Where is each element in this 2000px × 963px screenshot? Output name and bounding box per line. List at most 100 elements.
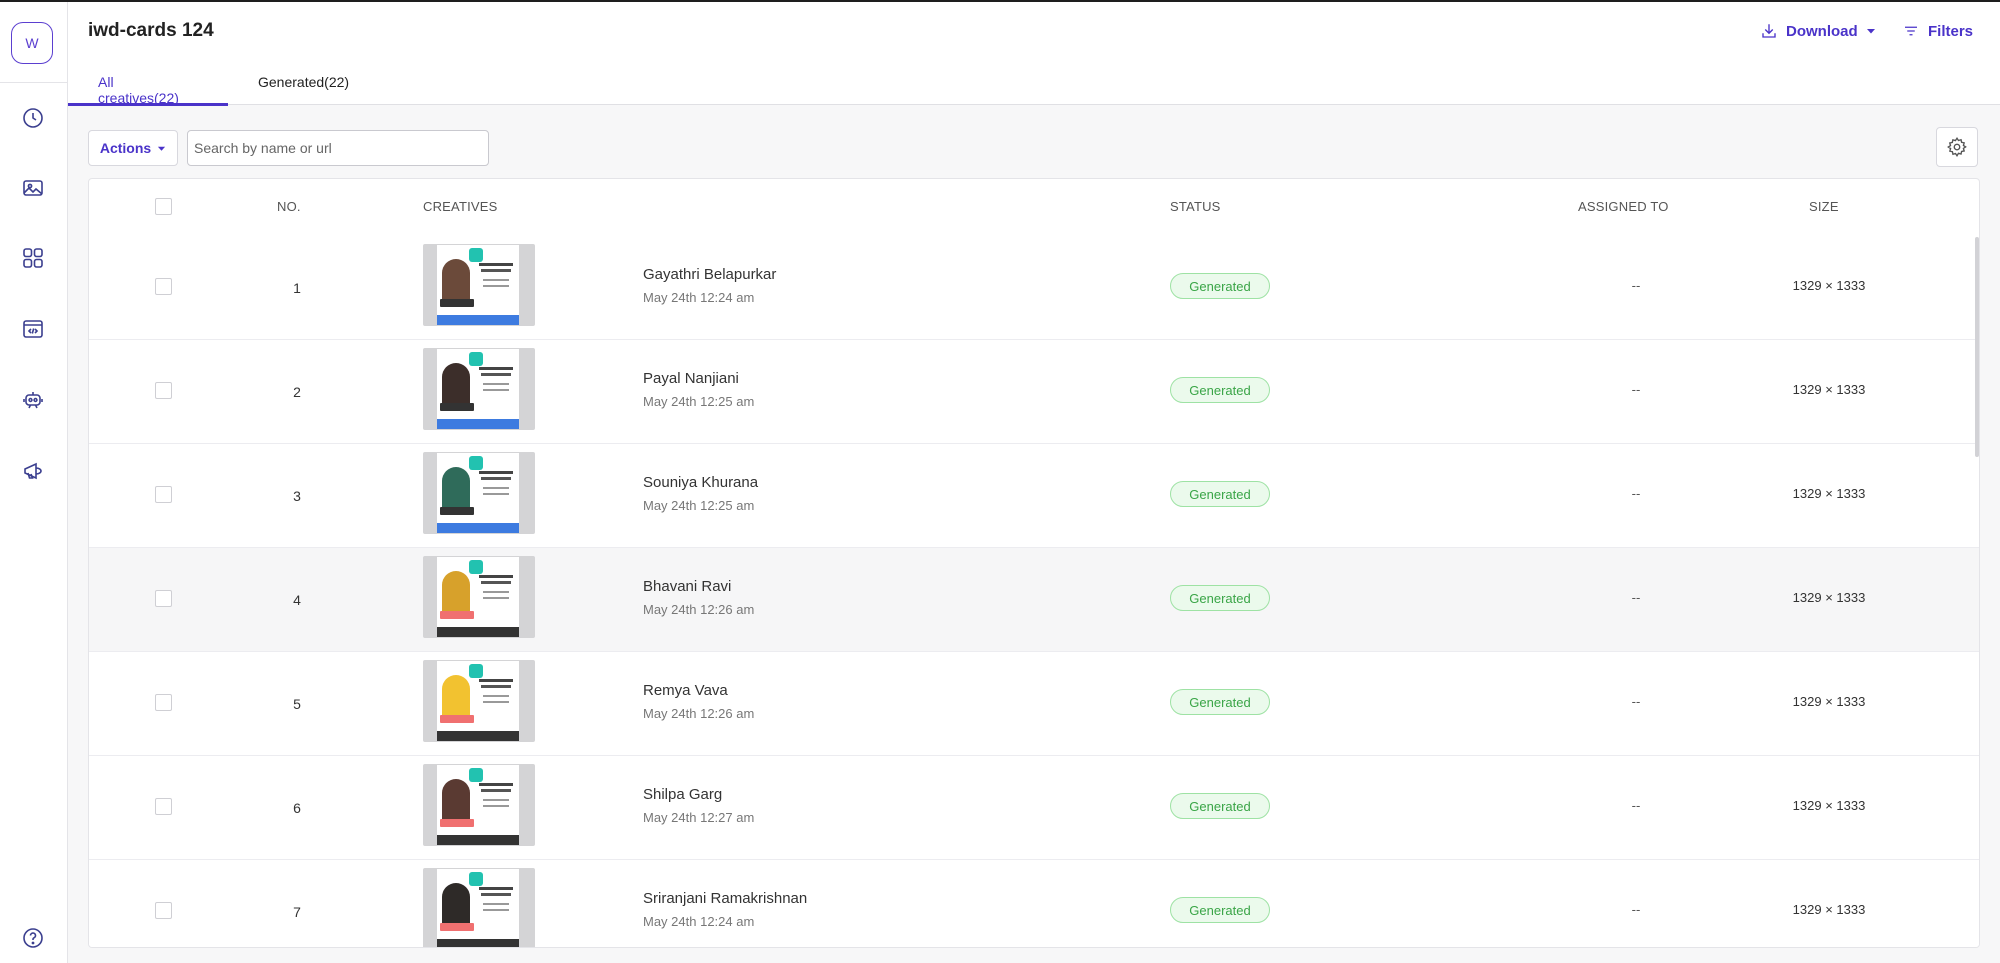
row-checkbox[interactable]: [155, 902, 172, 919]
row-checkbox[interactable]: [155, 382, 172, 399]
row-number: 6: [293, 800, 301, 816]
row-checkbox[interactable]: [155, 798, 172, 815]
table-settings-button[interactable]: [1936, 127, 1978, 167]
assigned-to: --: [1631, 382, 1641, 397]
tab-label: Generated(22): [258, 74, 350, 90]
status-badge: Generated: [1170, 377, 1270, 403]
creative-thumbnail[interactable]: [423, 868, 535, 947]
column-header-assigned-to: ASSIGNED TO: [1578, 199, 1669, 214]
row-number: 4: [293, 592, 301, 608]
caret-down-icon: [158, 146, 166, 151]
row-number: 5: [293, 696, 301, 712]
creative-name[interactable]: Shilpa Garg: [643, 786, 722, 803]
actions-button[interactable]: Actions: [88, 130, 178, 166]
search-input[interactable]: [187, 130, 489, 166]
creative-card-image: [437, 349, 519, 429]
column-header-no: NO.: [277, 199, 301, 214]
assigned-to: --: [1631, 902, 1641, 917]
column-header-size: SIZE: [1809, 199, 1839, 214]
sidebar-divider: [0, 82, 68, 83]
workspace-avatar[interactable]: W: [11, 22, 53, 64]
row-number: 2: [293, 384, 301, 400]
image-icon[interactable]: [20, 175, 46, 201]
creative-date: May 24th 12:24 am: [643, 914, 755, 929]
creative-date: May 24th 12:27 am: [643, 810, 755, 825]
download-button[interactable]: Download: [1760, 22, 1876, 40]
status-badge: Generated: [1170, 585, 1270, 611]
row-checkbox[interactable]: [155, 486, 172, 503]
table-header: NO. CREATIVES STATUS ASSIGNED TO SIZE: [89, 179, 1979, 235]
creative-name[interactable]: Bhavani Ravi: [643, 578, 731, 595]
creative-name[interactable]: Souniya Khurana: [643, 474, 758, 491]
select-all-checkbox[interactable]: [155, 198, 172, 215]
creative-thumbnail[interactable]: [423, 660, 535, 742]
row-checkbox[interactable]: [155, 694, 172, 711]
creative-card-image: [437, 765, 519, 845]
tab-bar: All creatives(22) Generated(22): [68, 58, 379, 106]
status-badge: Generated: [1170, 273, 1270, 299]
creative-size: 1329 × 1333: [1792, 486, 1866, 501]
creative-size: 1329 × 1333: [1792, 694, 1866, 709]
creative-size: 1329 × 1333: [1792, 590, 1866, 605]
creative-name[interactable]: Payal Nanjiani: [643, 370, 739, 387]
creative-date: May 24th 12:25 am: [643, 394, 755, 409]
table-row[interactable]: 1 Gayathri Belapurkar May 24th 12:24 am …: [89, 236, 1979, 340]
creative-thumbnail[interactable]: [423, 764, 535, 846]
assigned-to: --: [1631, 590, 1641, 605]
gear-icon: [1947, 137, 1967, 157]
table-scrollbar[interactable]: [1975, 237, 1979, 457]
row-number: 3: [293, 488, 301, 504]
table-row[interactable]: 2 Payal Nanjiani May 24th 12:25 am Gener…: [89, 340, 1979, 444]
creative-card-image: [437, 869, 519, 947]
tab-generated[interactable]: Generated(22): [228, 58, 379, 105]
creative-size: 1329 × 1333: [1792, 278, 1866, 293]
creative-thumbnail[interactable]: [423, 348, 535, 430]
creative-name[interactable]: Sriranjani Ramakrishnan: [643, 890, 807, 907]
status-badge: Generated: [1170, 793, 1270, 819]
table-row[interactable]: 7 Sriranjani Ramakrishnan May 24th 12:24…: [89, 860, 1979, 947]
creative-name[interactable]: Gayathri Belapurkar: [643, 266, 776, 283]
clock-icon[interactable]: [20, 105, 46, 131]
creative-date: May 24th 12:26 am: [643, 602, 755, 617]
assigned-to: --: [1631, 278, 1641, 293]
page-title: iwd-cards 124: [88, 20, 214, 41]
assigned-to: --: [1631, 694, 1641, 709]
creative-name[interactable]: Remya Vava: [643, 682, 728, 699]
download-icon: [1762, 24, 1776, 38]
row-checkbox[interactable]: [155, 278, 172, 295]
robot-icon[interactable]: [20, 387, 46, 413]
status-badge: Generated: [1170, 689, 1270, 715]
creative-size: 1329 × 1333: [1792, 382, 1866, 397]
creative-date: May 24th 12:26 am: [643, 706, 755, 721]
column-header-creatives: CREATIVES: [423, 199, 498, 214]
table-row[interactable]: 3 Souniya Khurana May 24th 12:25 am Gene…: [89, 444, 1979, 548]
creative-card-image: [437, 557, 519, 637]
creative-thumbnail[interactable]: [423, 452, 535, 534]
announcement-icon[interactable]: [20, 458, 46, 484]
assigned-to: --: [1631, 798, 1641, 813]
creative-date: May 24th 12:25 am: [643, 498, 755, 513]
grid-icon[interactable]: [20, 245, 46, 271]
page-header: iwd-cards 124 Download Filters All creat…: [68, 2, 2000, 106]
table-row[interactable]: 5 Remya Vava May 24th 12:26 am Generated…: [89, 652, 1979, 756]
creative-date: May 24th 12:24 am: [643, 290, 755, 305]
creative-thumbnail[interactable]: [423, 244, 535, 326]
creative-card-image: [437, 661, 519, 741]
code-icon[interactable]: [20, 316, 46, 342]
row-number: 1: [293, 280, 301, 296]
creative-size: 1329 × 1333: [1792, 798, 1866, 813]
row-number: 7: [293, 904, 301, 920]
row-checkbox[interactable]: [155, 590, 172, 607]
workspace-avatar-letter: W: [25, 35, 39, 51]
creative-thumbnail[interactable]: [423, 556, 535, 638]
table-row[interactable]: 6 Shilpa Garg May 24th 12:27 am Generate…: [89, 756, 1979, 860]
actions-label: Actions: [99, 140, 152, 156]
creative-card-image: [437, 245, 519, 325]
filters-button[interactable]: Filters: [1902, 22, 1973, 40]
creative-size: 1329 × 1333: [1792, 902, 1866, 917]
help-icon[interactable]: [20, 925, 46, 951]
tab-all-creatives[interactable]: All creatives(22): [68, 58, 228, 106]
table-row[interactable]: 4 Bhavani Ravi May 24th 12:26 am Generat…: [89, 548, 1979, 652]
download-label: Download: [1786, 22, 1858, 40]
status-badge: Generated: [1170, 897, 1270, 923]
